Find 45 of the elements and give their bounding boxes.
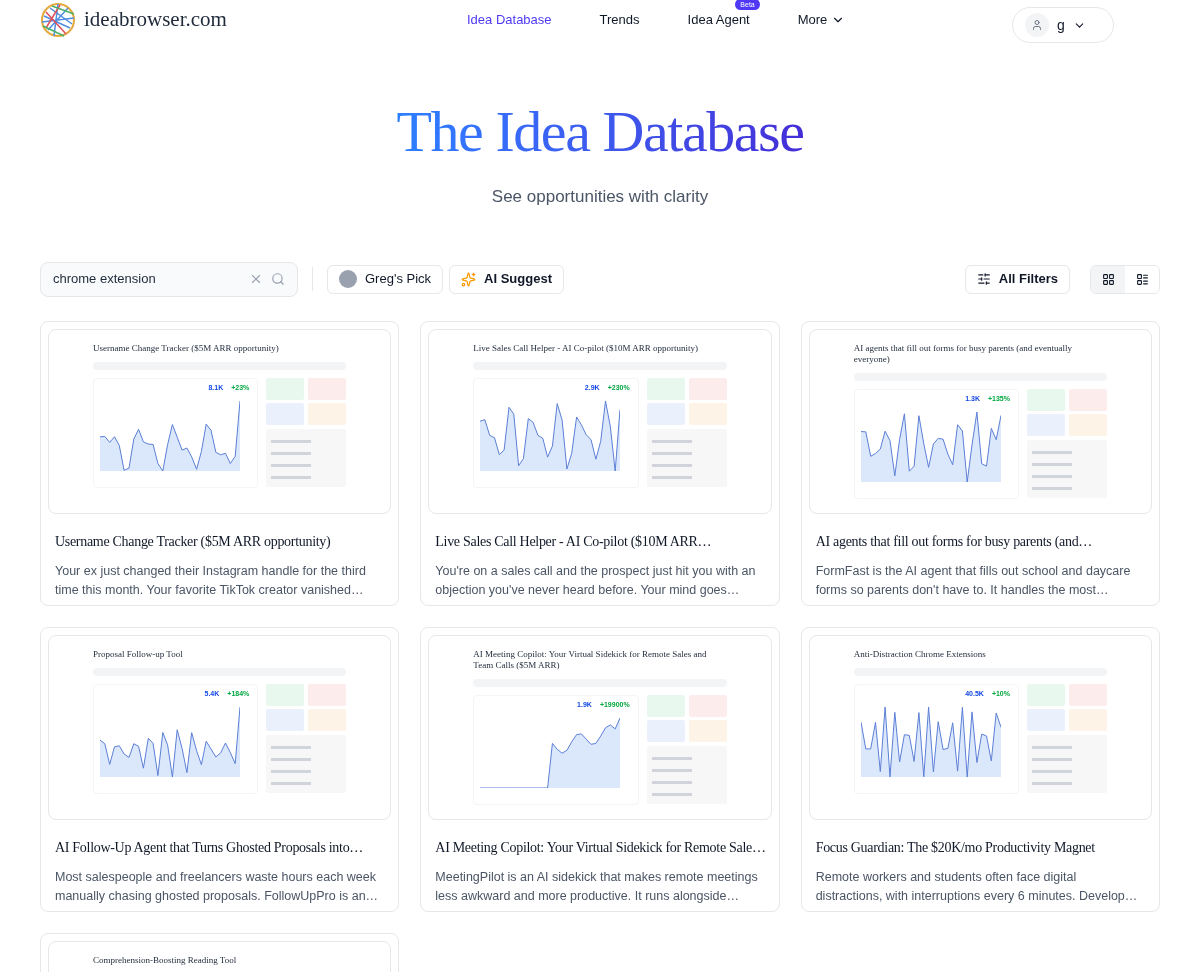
idea-description: You're on a sales call and the prospect just hit you with an objection you've never heard before. Your mind goes…	[434, 562, 757, 599]
search-icon[interactable]	[271, 272, 285, 286]
idea-card[interactable]	[800, 320, 1160, 606]
idea-card[interactable]	[40, 320, 400, 606]
idea-card[interactable]: Comprehension-Boosting Reading Tool	[40, 932, 400, 972]
clear-icon[interactable]	[249, 272, 263, 286]
idea-title: AI Follow-Up Agent that Turns Ghosted Proposals into…	[55, 838, 364, 857]
preview-title: AI agents that fill out forms for busy parents (and eventually everyone)	[853, 342, 1074, 365]
grid-icon	[1101, 272, 1115, 286]
view-toggle[interactable]	[1091, 265, 1125, 293]
idea-title: AI agents that fill out forms for busy parents (and…	[815, 532, 1093, 551]
nav-link[interactable]: Trends	[599, 10, 640, 30]
idea-title: Username Change Tracker ($5M ARR opportunity)	[55, 532, 331, 551]
preview-title: Comprehension-Boosting Reading Tool	[93, 954, 238, 966]
idea-description: Most salespeople and freelancers waste hours each week manually chasing ghosted proposals. FollowUpPro is an…	[54, 868, 380, 905]
avatar-icon	[339, 270, 357, 288]
brand-name[interactable]: ideabrowser.com	[84, 4, 227, 36]
nav-link[interactable]: Idea Agent	[687, 10, 750, 30]
all-filters-button[interactable]: All Filters	[964, 264, 1070, 294]
idea-card[interactable]	[420, 320, 780, 606]
sparkle-icon	[461, 271, 477, 287]
filter-chip[interactable]: AI Suggest	[449, 264, 564, 294]
preview-title: Proposal Follow-up Tool	[93, 648, 184, 660]
search-input[interactable]: chrome extension	[53, 269, 249, 289]
list-icon	[1135, 272, 1149, 286]
preview-title: AI Meeting Copilot: Your Virtual Sidekick for Remote Sales and Team Calls ($5M ARR)	[473, 648, 708, 671]
idea-title: AI Meeting Copilot: Your Virtual Sidekick for Remote Sale…	[435, 838, 766, 857]
sliders-icon	[976, 272, 991, 286]
idea-description: FormFast is the AI agent that fills out school and daycare forms so parents don't have to. It handles the most…	[814, 562, 1132, 599]
filter-chip[interactable]: Greg's Pick	[327, 264, 444, 294]
page-subtitle: See opportunities with clarity	[491, 186, 709, 208]
idea-description: Remote workers and students often face digital distractions, with interruptions every 6 minutes. Develop…	[814, 868, 1139, 905]
idea-description: Your ex just changed their Instagram handle for the third time this month. Your favorite TikTok creator vanished…	[54, 562, 367, 599]
preview-title: Username Change Tracker ($5M ARR opportunity)	[93, 342, 280, 354]
search-field[interactable]: chrome extension	[40, 261, 298, 297]
globe-logo-icon	[40, 2, 76, 38]
preview-title: Anti-Distraction Chrome Extensions	[853, 648, 987, 660]
idea-title: Focus Guardian: The $20K/mo Productivity Magnet	[815, 838, 1095, 857]
preview-title: Live Sales Call Helper - AI Co-pilot ($10M ARR opportunity)	[473, 342, 700, 354]
idea-card[interactable]	[420, 626, 780, 912]
idea-description: MeetingPilot is an AI sidekick that makes remote meetings less awkward and more productive. It runs alongside…	[434, 868, 759, 905]
idea-title: Live Sales Call Helper - AI Co-pilot ($10M ARR…	[435, 532, 712, 551]
nav-link[interactable]: Idea Database	[467, 10, 552, 30]
user-icon	[1025, 13, 1049, 37]
nav-link[interactable]: More	[797, 10, 846, 30]
